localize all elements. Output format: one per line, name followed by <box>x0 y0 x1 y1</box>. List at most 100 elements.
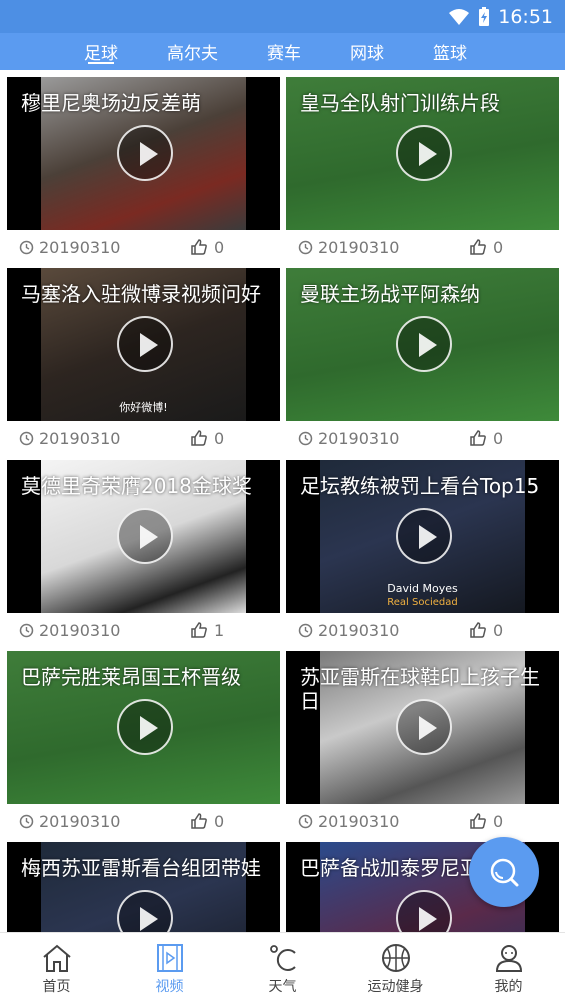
video-title: 穆里尼奥场边反差萌 <box>21 91 201 115</box>
tab-label: 足球 <box>84 44 118 64</box>
category-tabs: 足球 高尔夫 赛车 网球 篮球 <box>0 33 565 70</box>
like-button[interactable]: 0 <box>469 812 503 831</box>
video-title: 马塞洛入驻微博录视频问好 <box>21 282 261 306</box>
nav-video[interactable]: 视频 <box>113 933 226 1007</box>
nav-label: 我的 <box>494 979 523 995</box>
thumbs-up-icon <box>191 239 207 255</box>
like-button[interactable]: 0 <box>469 621 503 640</box>
play-icon[interactable] <box>117 125 173 181</box>
date-text: 20190310 <box>318 428 400 448</box>
thumbs-up-icon <box>470 239 486 255</box>
video-caption: 你好微博! <box>119 401 168 414</box>
clock-icon <box>19 814 34 828</box>
clock-icon <box>298 814 313 828</box>
status-time: 16:51 <box>498 5 553 28</box>
play-icon[interactable] <box>396 508 452 564</box>
thumbs-up-icon <box>470 813 486 829</box>
video-date: 20190310 <box>19 812 120 831</box>
nav-profile[interactable]: 我的 <box>452 933 565 1007</box>
video-meta: 20190310 0 <box>7 230 280 264</box>
like-count: 0 <box>214 428 225 448</box>
video-thumbnail[interactable]: 你好微博! 马塞洛入驻微博录视频问好 <box>7 268 280 421</box>
video-thumbnail[interactable]: 梅西苏亚雷斯看台组团带娃 <box>7 842 280 932</box>
video-meta: 20190310 0 <box>7 421 280 455</box>
nav-weather[interactable]: 天气 <box>226 933 339 1007</box>
play-icon[interactable] <box>396 699 452 755</box>
clock-icon <box>19 623 34 637</box>
search-icon <box>490 858 519 887</box>
video-thumbnail[interactable]: 穆里尼奥场边反差萌 <box>7 77 280 230</box>
tab-golf[interactable]: 高尔夫 <box>167 33 218 70</box>
date-text: 20190310 <box>39 620 121 640</box>
thumbs-up-icon <box>191 430 207 446</box>
video-title: 曼联主场战平阿森纳 <box>300 282 480 306</box>
video-title: 皇马全队射门训练片段 <box>300 91 500 115</box>
play-icon[interactable] <box>396 125 452 181</box>
tab-tennis[interactable]: 网球 <box>350 33 384 70</box>
profile-icon <box>495 945 522 972</box>
video-date: 20190310 <box>298 238 399 257</box>
video-caption-sub: Real Sociedad <box>387 597 458 608</box>
clock-icon <box>19 240 34 254</box>
tab-label: 高尔夫 <box>167 44 218 64</box>
video-title: 莫德里奇荣膺2018金球奖 <box>21 474 252 498</box>
search-button[interactable] <box>469 837 539 907</box>
play-icon[interactable] <box>117 508 173 564</box>
nav-label: 天气 <box>268 979 297 995</box>
video-icon <box>156 944 183 972</box>
date-text: 20190310 <box>39 811 121 831</box>
clock-icon <box>298 240 313 254</box>
basketball-icon <box>381 944 410 972</box>
date-text: 20190310 <box>318 237 400 257</box>
clock-icon <box>19 431 34 445</box>
like-button[interactable]: 0 <box>190 238 224 257</box>
like-button[interactable]: 0 <box>190 429 224 448</box>
video-thumbnail[interactable]: 皇马全队射门训练片段 <box>286 77 559 230</box>
play-icon[interactable] <box>117 699 173 755</box>
like-button[interactable]: 1 <box>190 621 224 640</box>
weather-icon <box>269 945 296 971</box>
play-icon[interactable] <box>396 316 452 372</box>
like-button[interactable]: 0 <box>469 429 503 448</box>
like-count: 0 <box>493 237 504 257</box>
video-meta: 20190310 0 <box>286 804 559 838</box>
video-date: 20190310 <box>19 238 120 257</box>
play-icon[interactable] <box>117 316 173 372</box>
video-meta: 20190310 0 <box>286 421 559 455</box>
video-meta: 20190310 0 <box>286 613 559 647</box>
wifi-icon <box>448 8 470 26</box>
bottom-navigation: 首页 视频 天气 运动健身 我的 <box>0 932 565 1007</box>
date-text: 20190310 <box>318 811 400 831</box>
clock-icon <box>298 623 313 637</box>
video-date: 20190310 <box>298 429 399 448</box>
like-count: 0 <box>493 811 504 831</box>
tab-basketball[interactable]: 篮球 <box>433 33 467 70</box>
tab-football[interactable]: 足球 <box>84 33 118 70</box>
like-count: 0 <box>214 237 225 257</box>
video-thumbnail[interactable]: 苏亚雷斯在球鞋印上孩子生日 <box>286 651 559 804</box>
video-thumbnail[interactable]: 巴萨完胜莱昂国王杯晋级 <box>7 651 280 804</box>
like-button[interactable]: 0 <box>190 812 224 831</box>
video-thumbnail[interactable]: David Moyes Real Sociedad 足坛教练被罚上看台Top15 <box>286 460 559 613</box>
tab-label: 篮球 <box>433 44 467 64</box>
nav-label: 首页 <box>42 979 71 995</box>
thumbs-up-icon <box>191 813 207 829</box>
like-count: 0 <box>214 811 225 831</box>
video-thumbnail[interactable]: 曼联主场战平阿森纳 <box>286 268 559 421</box>
video-title: 巴萨完胜莱昂国王杯晋级 <box>21 665 241 689</box>
nav-home[interactable]: 首页 <box>0 933 113 1007</box>
tab-label: 网球 <box>350 44 384 64</box>
video-title: 梅西苏亚雷斯看台组团带娃 <box>21 856 261 880</box>
video-title: 足坛教练被罚上看台Top15 <box>300 474 540 498</box>
video-thumbnail[interactable]: 莫德里奇荣膺2018金球奖 <box>7 460 280 613</box>
like-count: 0 <box>493 620 504 640</box>
thumbs-up-icon <box>470 430 486 446</box>
tab-racing[interactable]: 赛车 <box>267 33 301 70</box>
tab-label: 赛车 <box>267 44 301 64</box>
date-text: 20190310 <box>39 428 121 448</box>
nav-fitness[interactable]: 运动健身 <box>339 933 452 1007</box>
video-grid: 穆里尼奥场边反差萌 20190310 0 皇马全队射门训练片段 20190310… <box>0 70 565 932</box>
video-meta: 20190310 0 <box>286 230 559 264</box>
like-button[interactable]: 0 <box>469 238 503 257</box>
thumbs-up-icon <box>470 622 486 638</box>
